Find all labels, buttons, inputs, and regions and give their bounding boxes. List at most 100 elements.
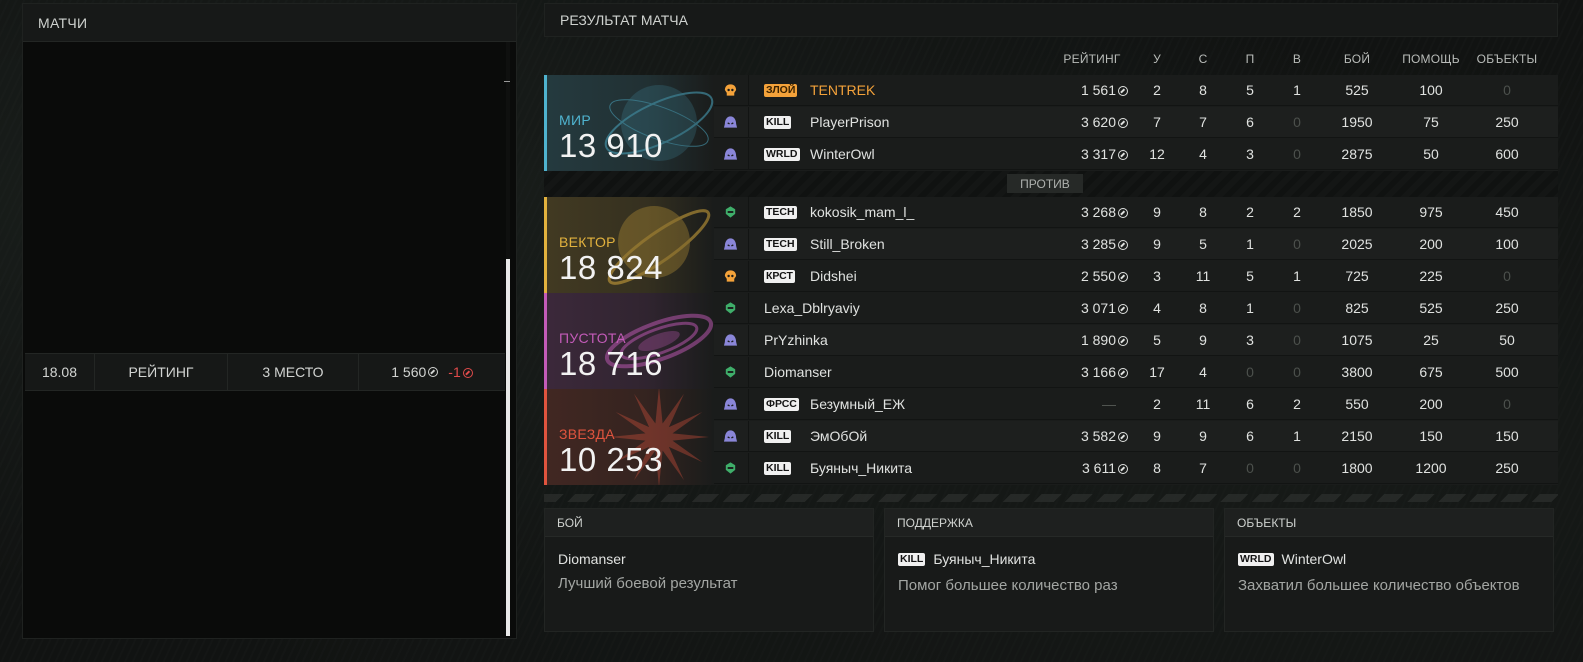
player-rating: 1 561 [1081,82,1128,98]
stat-s: 7 [1199,114,1207,130]
clan-tag: WRLD [1238,552,1274,566]
col-header-fight: БОЙ [1343,52,1371,66]
stat-u: 3 [1153,268,1161,284]
player-row[interactable]: KILL PlayerPrison 3 620 7 7 6 0 1950 75 250 [714,107,1558,138]
match-place: 3 МЕСТО [228,354,359,390]
player-rating: 3 166 [1081,364,1128,380]
team-block: ВЕКТОР 18 824 TECH kokosik_mam_l_ 3 268 9 8 2 2 1… [544,197,1558,293]
player-row[interactable]: ФРСС Безумный_ЕЖ — 2 11 6 2 550 200 0 [714,389,1558,420]
divider [748,139,749,169]
stat-s: 11 [1195,396,1211,412]
player-row[interactable]: КРСТ Didshei 2 550 3 11 5 1 725 225 0 [714,261,1558,292]
player-row[interactable]: Lexa_Dblryaviy 3 071 4 8 1 0 825 525 250 [714,293,1558,324]
player-rating: 3 071 [1081,300,1128,316]
clan-tag: KILL [898,552,926,566]
player-name[interactable]: TENTREK [810,82,875,98]
award-objects: ОБЪЕКТЫ WRLD WinterOwl Захватил большее к… [1224,508,1554,632]
team-name: ВЕКТОР [559,234,616,250]
player-name[interactable]: Безумный_ЕЖ [810,396,905,412]
stat-objects: 0 [1503,268,1511,284]
team-color-bar [544,389,547,485]
hood-icon [723,238,738,250]
player-rating: 3 620 [1081,114,1128,130]
player-name[interactable]: WinterOwl [810,146,875,162]
player-name[interactable]: Буяныч_Никита [810,460,912,476]
stat-p: 3 [1246,332,1254,348]
player-row[interactable]: KILL ЭмОбОй 3 582 9 9 6 1 2150 150 150 [714,421,1558,452]
divider [748,261,749,291]
stat-objects: 100 [1495,236,1519,252]
rating-coin-icon [1118,86,1128,96]
clan-tag: ЗЛОЙ [764,84,798,97]
rating-coin-icon [428,367,439,377]
rating-coin-icon [1118,272,1128,282]
stat-help: 1200 [1415,460,1447,476]
award-fight: БОЙ Diomanser Лучший боевой результат [544,508,874,632]
stat-u: 12 [1149,146,1165,162]
award-player-name: WinterOwl [1281,551,1347,567]
award-desc: Захватил большее количество объектов [1238,577,1520,594]
player-rating-value: 3 285 [1080,236,1116,252]
player-name[interactable]: Lexa_Dblryaviy [764,300,860,316]
stat-u: 9 [1153,428,1161,444]
matches-title: МАТЧИ [23,4,516,42]
rating-coin-icon [1118,432,1128,442]
player-name[interactable]: ЭмОбОй [810,428,867,444]
player-row[interactable]: Diomanser 3 166 17 4 0 0 3800 675 500 [714,357,1558,388]
stat-fight: 725 [1345,268,1369,284]
col-header-rating: РЕЙТИНГ [1063,52,1121,66]
player-rating: 3 611 [1082,460,1128,476]
player-row[interactable]: WRLD WinterOwl 3 317 12 4 3 0 2875 50 600 [714,139,1558,170]
player-rating-value: — [1102,396,1116,412]
col-header-assists: П [1245,52,1255,66]
divider [748,389,749,419]
player-row[interactable]: TECH Still_Broken 3 285 9 5 1 0 2025 200 100 [714,229,1558,260]
rating-coin-icon [1118,208,1128,218]
stat-fight: 525 [1345,82,1369,98]
stat-s: 8 [1199,82,1207,98]
rating-coin-icon [1118,118,1128,128]
clan-tag: ФРСС [764,398,799,411]
player-name[interactable]: kokosik_mam_l_ [810,204,914,220]
player-row[interactable]: TECH kokosik_mam_l_ 3 268 9 8 2 2 1850 975 450 [714,197,1558,228]
stat-s: 9 [1199,428,1207,444]
rating-coin-icon [1118,368,1128,378]
matches-scrollbar-thumb[interactable] [506,259,510,636]
player-row[interactable]: PrYzhinka 1 890 5 9 3 0 1075 25 50 [714,325,1558,356]
team-score: 10 253 [559,441,663,478]
clan-tag: KILL [764,116,792,129]
stat-fight: 2025 [1341,236,1373,252]
helmet-icon [725,462,736,474]
stat-help: 525 [1419,300,1443,316]
player-name[interactable]: PrYzhinka [764,332,828,348]
player-name[interactable]: PlayerPrison [810,114,889,130]
clan-tag: TECH [764,206,797,219]
match-list-item[interactable]: 18.08 РЕЙТИНГ 3 МЕСТО 1 560 -1 [25,353,505,391]
stat-s: 8 [1199,204,1207,220]
stat-v: 0 [1293,364,1301,380]
team-name: ПУСТОТА [559,330,626,346]
player-name[interactable]: Still_Broken [810,236,885,252]
player-rating: 3 317 [1081,146,1128,162]
stats-column-headers: РЕЙТИНГ У С П В БОЙ ПОМОЩЬ ОБЪЕКТЫ [544,37,1558,75]
team-score: 18 716 [559,345,663,382]
player-name[interactable]: Didshei [810,268,857,284]
helmet-icon [725,302,736,314]
stat-objects: 150 [1495,428,1519,444]
stat-u: 5 [1153,332,1161,348]
clan-tag: KILL [764,430,792,443]
stat-p: 0 [1246,364,1254,380]
col-header-objects: ОБЪЕКТЫ [1476,52,1538,66]
col-header-v: В [1292,52,1302,66]
stat-p: 0 [1246,460,1254,476]
match-rating-delta: -1 [448,364,473,380]
player-row[interactable]: ЗЛОЙ TENTREK 1 561 2 8 5 1 525 100 0 [714,75,1558,106]
stat-help: 25 [1423,332,1439,348]
stat-p: 5 [1246,268,1254,284]
player-row[interactable]: KILL Буяныч_Никита 3 611 8 7 0 0 1800 1200 250 [714,453,1558,484]
award-title: БОЙ [545,509,873,537]
player-name[interactable]: Diomanser [764,364,832,380]
clan-tag: KILL [764,462,792,475]
stat-v: 0 [1293,460,1301,476]
versus-divider: ПРОТИВ [544,171,1558,197]
